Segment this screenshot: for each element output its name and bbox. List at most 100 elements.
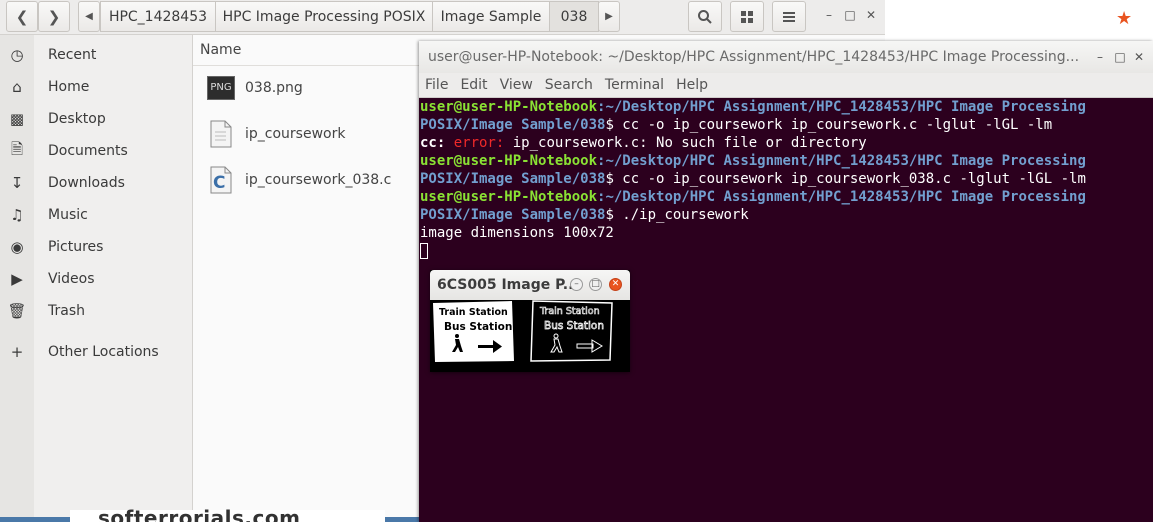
terminal-line: image dimensions 100x72 [420,224,1153,242]
music-icon: ♫ [0,200,34,230]
file-row[interactable]: PNG 038.png [207,70,303,106]
video-icon: ▶ [0,264,34,294]
terminal-titlebar[interactable]: user@user-HP-Notebook: ~/Desktop/HPC Ass… [419,41,1153,74]
terminal-line: POSIX/Image Sample/038$ cc -o ip_coursew… [420,170,1153,188]
sidebar-item-recent[interactable]: ◷ Recent [0,40,192,70]
file-row[interactable]: ip_coursework [207,116,345,152]
maximize-button[interactable]: □ [843,8,857,22]
minimize-button[interactable]: – [570,278,583,291]
breadcrumb-item-current[interactable]: 038 [549,1,599,32]
prompt-user-host: user@user-HP-Notebook [420,189,598,205]
close-button[interactable]: ✕ [609,278,622,291]
sidebar-item-trash[interactable]: 🗑 Trash [0,296,192,326]
triangle-left-icon: ◀ [85,11,93,22]
breadcrumb-scroll-left[interactable]: ◀ [78,1,100,32]
minimize-button[interactable]: – [822,8,836,22]
minimize-button[interactable]: – [1093,50,1107,64]
breadcrumb-item[interactable]: HPC_1428453 [100,1,216,32]
file-name: ip_coursework_038.c [245,172,392,188]
download-icon: ↧ [0,168,34,198]
menu-edit[interactable]: Edit [460,77,487,93]
program-output: image dimensions 100x72 [420,225,614,241]
chevron-right-icon: ❯ [47,7,61,26]
sign-text-line2-edges: Bus Station [544,320,604,332]
document-icon: 🗎 [0,136,34,166]
clock-icon: ◷ [0,40,34,70]
prompt-path: ~/Desktop/HPC Assignment/HPC_1428453/HPC… [605,153,1086,169]
sidebar-item-label: Videos [48,271,95,287]
sidebar-item-documents[interactable]: 🗎 Documents [0,136,192,166]
sidebar-item-label: Desktop [48,111,106,127]
prompt-path: POSIX/Image Sample/038 [420,207,606,223]
file-manager-toolbar: ❮ ❯ ◀ HPC_1428453 HPC Image Processing P… [0,0,885,35]
camera-icon: ◉ [0,232,34,262]
plus-icon: + [0,337,34,367]
sign-text-line1-edges: Train Station [539,306,600,317]
sidebar-item-desktop[interactable]: ▩ Desktop [0,104,192,134]
breadcrumb-scroll-right[interactable]: ▶ [598,1,620,32]
grid-icon [741,10,753,23]
terminal-line: user@user-HP-Notebook:~/Desktop/HPC Assi… [420,152,1153,170]
close-button[interactable]: ✕ [864,8,878,22]
menu-file[interactable]: File [425,77,448,93]
back-button[interactable]: ❮ [6,1,38,32]
maximize-button[interactable]: □ [589,278,602,291]
image-viewer-titlebar[interactable]: 6CS005 Image P... – □ ✕ [430,270,630,300]
command-text: $ ./ip_coursework [605,207,749,223]
prompt-path: ~/Desktop/HPC Assignment/HPC_1428453/HPC… [605,189,1086,205]
home-icon: ⌂ [0,72,34,102]
chevron-left-icon: ❮ [15,7,29,26]
sidebar-item-label: Home [48,79,90,95]
sign-text-line2: Bus Station [444,321,512,333]
file-row[interactable]: C ip_coursework_038.c [207,162,391,198]
search-button[interactable] [688,1,722,32]
star-icon[interactable]: ★ [1116,8,1132,29]
file-type-badge: PNG [207,76,235,100]
prompt-path: POSIX/Image Sample/038 [420,117,606,133]
menu-search[interactable]: Search [545,77,593,93]
terminal-line [420,242,1153,260]
prompt-path: ~/Desktop/HPC Assignment/HPC_1428453/HPC… [605,99,1086,115]
rendered-image: Train Station Bus Station Train Station … [430,300,630,372]
svg-text:C: C [213,173,225,193]
search-icon [698,9,712,24]
arrow-right-edge-icon [576,339,603,353]
menu-terminal[interactable]: Terminal [605,77,664,93]
error-message: ip_coursework.c: No such file or directo… [504,135,867,151]
sidebar-item-other-locations[interactable]: + Other Locations [0,337,192,367]
sidebar-item-downloads[interactable]: ↧ Downloads [0,168,192,198]
image-viewer-window[interactable]: 6CS005 Image P... – □ ✕ Train Station Bu… [430,270,630,372]
sidebar-item-label: Recent [48,47,97,63]
sidebar-item-videos[interactable]: ▶ Videos [0,264,192,294]
c-source-file-icon: C [207,164,235,196]
command-text: $ cc -o ip_coursework ip_coursework_038.… [605,171,1086,187]
error-word: error: [453,135,505,151]
prompt-user-host: user@user-HP-Notebook [420,99,598,115]
sidebar-item-label: Music [48,207,88,223]
close-button[interactable]: ✕ [1132,50,1146,64]
sidebar: ◷ Recent ⌂ Home ▩ Desktop 🗎 Documents ↧ … [0,35,193,522]
forward-button[interactable]: ❯ [38,1,70,32]
png-file-icon: PNG [207,72,235,104]
image-viewer-title: 6CS005 Image P... [437,277,579,293]
sidebar-item-pictures[interactable]: ◉ Pictures [0,232,192,262]
menu-button[interactable] [772,1,806,32]
sign-text-line1: Train Station [439,307,508,318]
menu-view[interactable]: View [500,77,533,93]
breadcrumb-item[interactable]: HPC Image Processing POSIX [215,1,433,32]
menu-help[interactable]: Help [676,77,708,93]
sidebar-item-music[interactable]: ♫ Music [0,200,192,230]
prompt-user-host: user@user-HP-Notebook [420,153,598,169]
pedestrian-edge-icon [550,333,563,353]
terminal-cursor [420,243,428,259]
terminal-line: cc: error: ip_coursework.c: No such file… [420,134,1153,152]
sidebar-item-home[interactable]: ⌂ Home [0,72,192,102]
view-grid-button[interactable] [730,1,764,32]
background-strip [384,517,420,522]
file-name: ip_coursework [245,126,346,142]
maximize-button[interactable]: □ [1113,50,1127,64]
column-header-label: Name [200,42,242,58]
breadcrumb-item[interactable]: Image Sample [432,1,550,32]
triangle-right-icon: ▶ [605,11,613,22]
file-name: 038.png [245,80,303,96]
